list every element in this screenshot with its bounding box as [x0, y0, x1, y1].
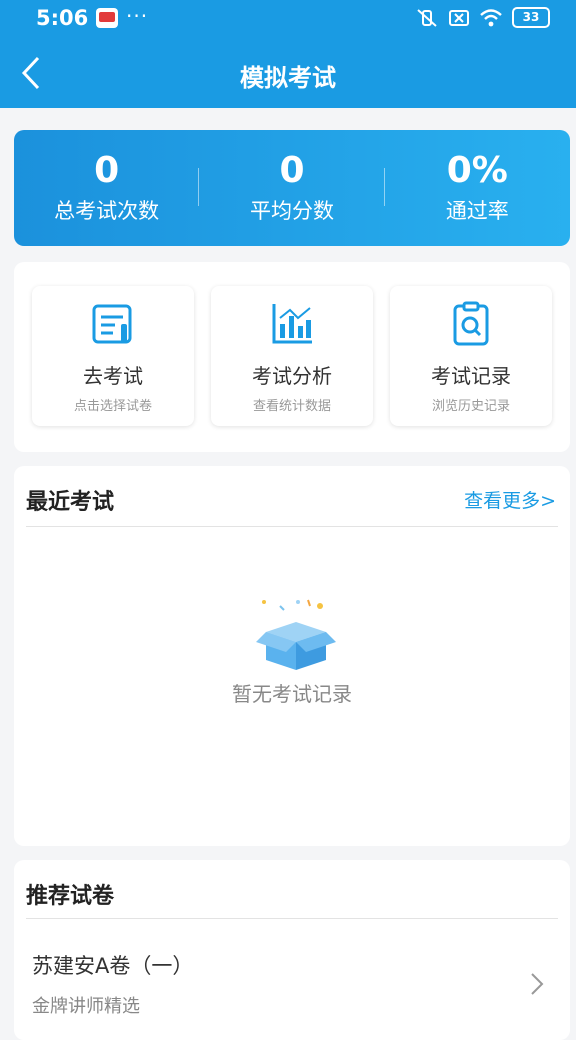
- stat-value: 0: [279, 150, 305, 191]
- exam-records-card[interactable]: 考试记录 浏览历史记录: [390, 286, 552, 426]
- view-more-link[interactable]: 查看更多>: [464, 486, 556, 513]
- no-sim-icon: [449, 9, 469, 26]
- exam-sheet-icon: [92, 304, 132, 344]
- card-subtitle: 查看统计数据: [252, 399, 331, 414]
- take-exam-card[interactable]: 去考试 点击选择试卷: [32, 286, 194, 426]
- more-notifications-indicator: ···: [126, 4, 149, 28]
- stats-panel: 0 总考试次数 0 平均分数 0% 通过率: [14, 130, 570, 246]
- bar-chart-icon: [272, 304, 312, 344]
- divider: [26, 526, 558, 527]
- section-title: 推荐试卷: [26, 884, 115, 909]
- battery-indicator: 33: [512, 7, 550, 28]
- stat-value: 0: [94, 150, 120, 191]
- card-title: 考试分析: [252, 364, 332, 388]
- mute-vibrate-icon: [417, 8, 437, 27]
- paper-subtitle: 金牌讲师精选: [32, 996, 140, 1017]
- recent-exams-section: 最近考试 查看更多> 暂无考试记录: [14, 466, 570, 846]
- stat-average-score: 0 平均分数: [199, 130, 385, 246]
- chevron-right-icon: [531, 973, 544, 995]
- card-subtitle: 点击选择试卷: [73, 399, 152, 414]
- wifi-icon: [480, 8, 502, 26]
- recommended-papers-section: 推荐试卷 苏建安A卷（一） 金牌讲师精选: [14, 860, 570, 1040]
- exam-analysis-card[interactable]: 考试分析 查看统计数据: [211, 286, 373, 426]
- stat-label: 总考试次数: [54, 199, 160, 223]
- action-panel: 去考试 点击选择试卷 考试分析 查看统计数据 考试记录 浏览历史记录: [14, 262, 570, 452]
- stat-total-exams: 0 总考试次数: [14, 130, 200, 246]
- page-title: 模拟考试: [240, 64, 336, 92]
- card-title: 考试记录: [431, 364, 511, 388]
- stat-value: 0%: [446, 150, 508, 191]
- paper-title: 苏建安A卷（一）: [32, 954, 194, 978]
- nav-bar: 模拟考试: [0, 38, 576, 108]
- divider: [26, 918, 558, 919]
- stat-label: 通过率: [445, 199, 509, 223]
- card-subtitle: 浏览历史记录: [431, 399, 510, 414]
- card-title: 去考试: [83, 364, 143, 388]
- empty-state-text: 暂无考试记录: [232, 682, 352, 706]
- stat-pass-rate: 0% 通过率: [385, 130, 570, 246]
- section-title: 最近考试: [26, 490, 115, 515]
- status-bar: 5:06 ··· 33: [0, 0, 576, 38]
- empty-box-icon: [256, 599, 336, 670]
- record-search-icon: [453, 301, 489, 346]
- status-time: 5:06: [36, 6, 89, 30]
- stat-label: 平均分数: [249, 199, 334, 223]
- app-notification-icon: [96, 8, 118, 28]
